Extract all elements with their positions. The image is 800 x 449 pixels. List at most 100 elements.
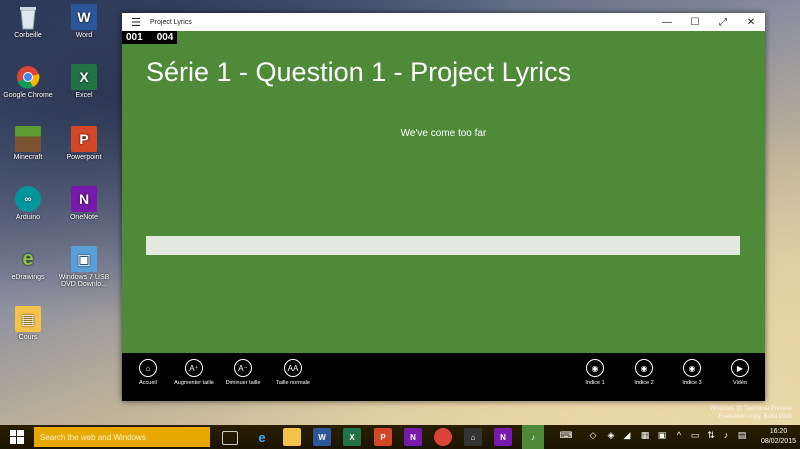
desktop-icon-excel[interactable]: X Excel (56, 64, 112, 99)
excel-icon: X (71, 64, 97, 90)
tray-icon-3[interactable]: ◢ (620, 430, 634, 444)
store-icon[interactable]: ⌂ (464, 428, 482, 446)
desktop-icon-label: Windows 7 USB DVD Downlo... (58, 274, 110, 288)
desktop-icon-edrawings[interactable]: e eDrawings (0, 246, 56, 282)
notifications-icon[interactable]: ▤ (735, 430, 749, 444)
increase-size-button[interactable]: A⁺ Augmenter taille (168, 359, 220, 386)
hint-1-button[interactable]: ◉ Indice 1 (569, 359, 621, 386)
file-explorer-icon[interactable] (283, 428, 301, 446)
edrawings-icon: e (22, 247, 34, 270)
desktop-icon-label: Excel (75, 92, 93, 99)
desktop-icon-usb-dvd-tool[interactable]: ▣ Windows 7 USB DVD Downlo... (56, 246, 112, 288)
tray-icon-4[interactable]: ▦ (638, 430, 652, 444)
keyboard-icon[interactable]: ⌨ (557, 430, 575, 444)
taskbar-powerpoint-icon[interactable]: P (374, 428, 392, 446)
counter-current: 001 (126, 32, 143, 43)
clock-time: 16:20 (769, 428, 788, 435)
hint-2-button[interactable]: ◉ Indice 2 (618, 359, 670, 386)
network-icon[interactable]: ⇅ (704, 430, 718, 444)
home-label: Accueil (139, 380, 157, 386)
desktop-icon-onenote[interactable]: N OneNote (56, 186, 112, 221)
taskbar-chrome-icon[interactable] (434, 428, 452, 446)
internet-explorer-icon[interactable]: e (253, 428, 271, 446)
eye-icon: ◉ (586, 359, 604, 377)
answer-input[interactable] (146, 236, 740, 255)
desktop-icon-label: Google Chrome (3, 92, 53, 99)
desktop-icon-label: Cours (18, 334, 38, 341)
normal-size-button[interactable]: AA Taille normale (267, 359, 319, 386)
usb-dvd-tool-icon: ▣ (71, 246, 97, 272)
powerpoint-icon: P (71, 126, 97, 152)
maximize-button[interactable]: ☐ (681, 17, 709, 28)
decrease-size-label: Diminuer taille (225, 380, 261, 386)
minimize-button[interactable]: — (653, 17, 681, 28)
decrease-size-button[interactable]: A⁻ Diminuer taille (217, 359, 269, 386)
title-bar: ☰ Project Lyrics — ☐ ⤢ ✕ (122, 13, 765, 31)
recycle-bin-icon (15, 4, 41, 30)
desktop-icon-recycle-bin[interactable]: Corbeille (0, 4, 56, 39)
fullscreen-button[interactable]: ⤢ (709, 17, 737, 28)
window-title: Project Lyrics (150, 18, 192, 26)
question-counter: 001 004 (122, 31, 178, 44)
tray-overflow-icon[interactable]: ^ (672, 430, 686, 444)
tray-icon-2[interactable]: ◈ (604, 430, 618, 444)
desktop-icon-label: Corbeille (14, 32, 42, 39)
font-decrease-icon: A⁻ (234, 359, 252, 377)
tray-icon-5[interactable]: ▣ (655, 430, 669, 444)
volume-icon[interactable]: ♪ (719, 430, 733, 444)
folder-icon: ▤ (15, 306, 41, 332)
chrome-icon (15, 64, 41, 90)
watermark-line-2: Evaluation copy. Build 9926 (718, 414, 792, 420)
taskbar-project-lyrics-icon[interactable]: ♪ (522, 425, 544, 449)
watermark-line-1: Windows 10 Technical Preview (709, 406, 792, 412)
hint-3-button[interactable]: ◉ Indice 3 (666, 359, 718, 386)
clock-date: 08/02/2015 (760, 438, 796, 445)
eye-icon: ◉ (683, 359, 701, 377)
home-button[interactable]: ⌂ Accueil (122, 359, 174, 386)
os-watermark: Windows 10 Technical Preview Evaluation … (710, 405, 792, 421)
font-normal-icon: AA (284, 359, 302, 377)
desktop-icon-label: Powerpoint (66, 154, 102, 161)
arduino-icon: ∞ (15, 186, 41, 212)
desktop-icon-label: Minecraft (13, 154, 43, 161)
taskbar-onenote-icon[interactable]: N (404, 428, 422, 446)
hint-2-label: Indice 2 (634, 380, 654, 386)
video-label: Vidéo (733, 380, 747, 386)
increase-size-label: Augmenter taille (174, 380, 214, 386)
taskbar-excel-icon[interactable]: X (343, 428, 361, 446)
taskbar-search-input[interactable] (34, 427, 210, 447)
tray-icon-1[interactable]: ◇ (586, 430, 600, 444)
home-icon: ⌂ (139, 359, 157, 377)
start-button[interactable] (0, 425, 34, 449)
taskbar-onenote-app-icon[interactable]: N (494, 428, 512, 446)
font-increase-icon: A⁺ (185, 359, 203, 377)
video-button[interactable]: ▶ Vidéo (714, 359, 766, 386)
desktop-icon-label: eDrawings (11, 274, 45, 281)
desktop-icon-word[interactable]: W Word (56, 4, 112, 39)
windows-logo-icon (10, 430, 24, 444)
hint-3-label: Indice 3 (682, 380, 702, 386)
close-button[interactable]: ✕ (737, 17, 765, 28)
desktop-icon-chrome[interactable]: Google Chrome (0, 64, 56, 99)
page-title: Série 1 - Question 1 - Project Lyrics (146, 57, 572, 87)
desktop-icon-label: OneNote (69, 214, 99, 221)
desktop-icon-arduino[interactable]: ∞ Arduino (0, 186, 56, 221)
battery-icon[interactable]: ▭ (688, 430, 702, 444)
desktop-icon-powerpoint[interactable]: P Powerpoint (56, 126, 112, 161)
counter-total: 004 (156, 32, 174, 43)
app-command-bar: ⌂ Accueil A⁺ Augmenter taille A⁻ Diminue… (122, 353, 765, 401)
video-camera-icon: ▶ (731, 359, 749, 377)
desktop-icon-label: Arduino (15, 214, 41, 221)
task-view-icon[interactable] (222, 431, 238, 445)
hamburger-menu-icon[interactable]: ☰ (122, 16, 150, 29)
project-lyrics-window: ☰ Project Lyrics — ☐ ⤢ ✕ 001 004 Série 1… (122, 13, 765, 401)
taskbar-word-icon[interactable]: W (313, 428, 331, 446)
desktop-icon-label: Word (75, 32, 93, 39)
eye-icon: ◉ (635, 359, 653, 377)
desktop-icon-cours[interactable]: ▤ Cours (0, 306, 56, 341)
taskbar: e W X P N ⌂ N ♪ ⌨ ◇ ◈ ◢ ▦ ▣ ^ ▭ ⇅ ♪ ▤ 16… (0, 425, 800, 449)
desktop-icon-minecraft[interactable]: Minecraft (0, 126, 56, 161)
taskbar-clock[interactable]: 16:20 08/02/2015 (761, 427, 796, 447)
word-icon: W (71, 4, 97, 30)
minecraft-icon (15, 126, 41, 152)
